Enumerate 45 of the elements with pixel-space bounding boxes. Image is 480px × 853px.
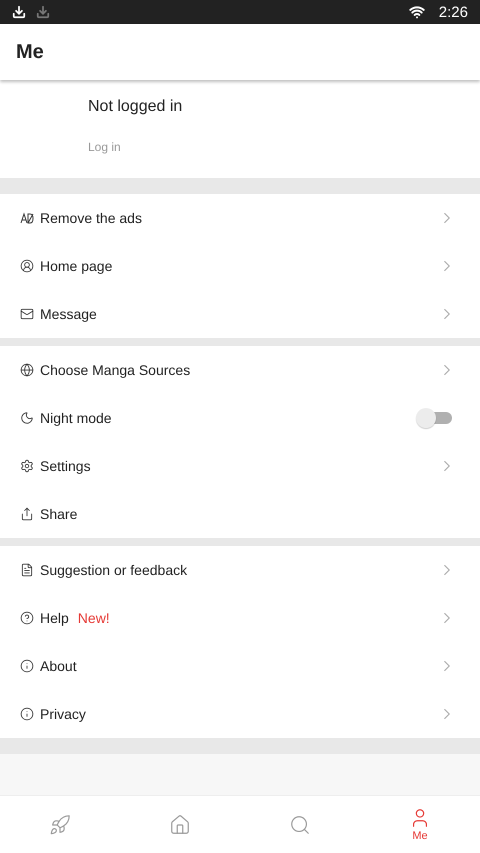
download-icon — [12, 5, 26, 19]
menu-item[interactable]: Privacy — [0, 690, 480, 738]
page-title: Me — [16, 40, 44, 64]
moon-icon — [20, 411, 34, 425]
menu-label: Share — [40, 506, 78, 522]
globe-icon — [20, 363, 34, 377]
wifi-icon — [408, 4, 425, 20]
menu-item[interactable]: Night mode — [0, 394, 480, 442]
menu-label: Message — [40, 306, 97, 322]
share-icon — [20, 507, 34, 521]
menu-label: Night mode — [40, 410, 112, 426]
search-icon — [289, 814, 311, 836]
menu-item[interactable]: Suggestion or feedback — [0, 546, 480, 594]
menu-label: Suggestion or feedback — [40, 562, 188, 578]
settings-icon — [20, 459, 34, 473]
menu-item[interactable]: Choose Manga Sources — [0, 346, 480, 394]
user-circle-icon — [20, 259, 34, 273]
menu-label: Remove the ads — [40, 210, 142, 226]
document-icon — [20, 563, 34, 577]
clock-time: 2:26 — [438, 4, 468, 20]
menu-item[interactable]: Settings — [0, 442, 480, 490]
user-name: Not logged in — [88, 98, 184, 116]
menu-label: Help — [40, 610, 69, 626]
envelope-icon — [20, 307, 34, 321]
menu-item[interactable]: Share — [0, 490, 480, 538]
ad-icon — [20, 211, 34, 225]
menu-label: About — [40, 658, 77, 674]
menu-item[interactable]: Home page — [0, 242, 480, 290]
menu-label: Choose Manga Sources — [40, 362, 190, 378]
night-mode-switch[interactable] — [416, 407, 452, 429]
menu-item[interactable]: Message — [0, 290, 480, 338]
menu-item[interactable]: About — [0, 642, 480, 690]
home-icon — [169, 814, 191, 836]
download-icon — [36, 5, 50, 19]
rocket-icon — [49, 814, 71, 836]
info-icon — [20, 659, 34, 673]
menu-label: Home page — [40, 258, 112, 274]
menu-label: Settings — [40, 458, 91, 474]
info-icon — [20, 707, 34, 721]
menu-label: Privacy — [40, 706, 86, 722]
menu-item[interactable]: Help New! — [0, 594, 480, 642]
menu-item[interactable]: Remove the ads — [0, 194, 480, 242]
new-label: New! — [78, 610, 110, 626]
help-icon — [20, 611, 34, 625]
nav-tab[interactable]: Me — [360, 796, 480, 853]
